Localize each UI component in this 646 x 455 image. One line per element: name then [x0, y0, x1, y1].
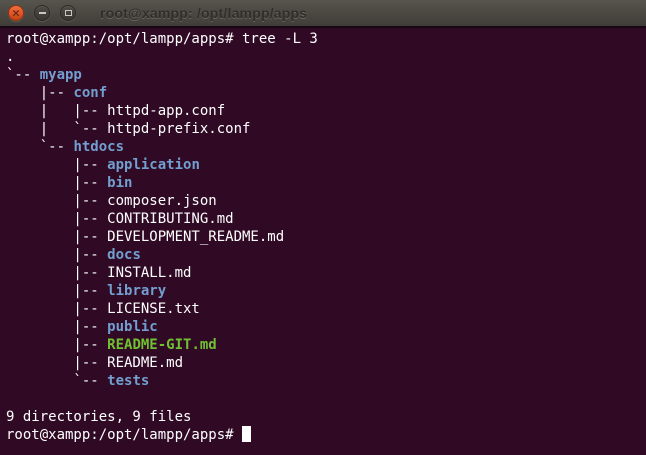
terminal-output: root@xampp:/opt/lampp/apps# tree -L 3.`-… [6, 30, 646, 444]
directory-name: public [107, 319, 158, 335]
window-close-button[interactable]: × [8, 5, 24, 21]
terminal-text: |-- INSTALL.md [6, 265, 191, 281]
window-title: root@xampp: /opt/lampp/apps [100, 0, 307, 26]
terminal-line: |-- conf [6, 84, 646, 102]
terminal-line: |-- LICENSE.txt [6, 300, 646, 318]
terminal-line: `-- htdocs [6, 138, 646, 156]
terminal-line: |-- composer.json [6, 192, 646, 210]
terminal-text: |-- CONTRIBUTING.md [6, 211, 234, 227]
terminal-window: × root@xampp: /opt/lampp/apps root@xampp… [0, 0, 646, 455]
window-maximize-button[interactable] [60, 5, 76, 21]
terminal-line: |-- README-GIT.md [6, 336, 646, 354]
terminal-text: |-- README.md [6, 355, 183, 371]
terminal-line: | `-- httpd-prefix.conf [6, 120, 646, 138]
terminal-line [6, 390, 646, 408]
terminal-text: root@xampp:/opt/lampp/apps# tree -L 3 [6, 31, 318, 47]
terminal-line: |-- CONTRIBUTING.md [6, 210, 646, 228]
terminal-text: root@xampp:/opt/lampp/apps# [6, 427, 242, 443]
maximize-icon [65, 10, 72, 16]
minimize-icon [39, 12, 46, 14]
terminal-text: | `-- httpd-prefix.conf [6, 121, 250, 137]
directory-name: bin [107, 175, 132, 191]
directory-name: library [107, 283, 166, 299]
terminal-line: |-- bin [6, 174, 646, 192]
terminal-line: |-- public [6, 318, 646, 336]
terminal-text: |-- DEVELOPMENT_README.md [6, 229, 284, 245]
window-controls: × [8, 5, 76, 21]
terminal-text: |-- [6, 157, 107, 173]
directory-name: application [107, 157, 200, 173]
terminal-line: |-- README.md [6, 354, 646, 372]
close-icon: × [11, 7, 20, 18]
terminal-line: |-- library [6, 282, 646, 300]
directory-name: tests [107, 373, 149, 389]
executable-file-name: README-GIT.md [107, 337, 217, 353]
window-titlebar[interactable]: × root@xampp: /opt/lampp/apps [0, 0, 646, 28]
terminal-text: |-- [6, 247, 107, 263]
terminal-text: |-- [6, 337, 107, 353]
terminal-text: . [6, 49, 14, 65]
terminal-text: `-- [6, 373, 107, 389]
terminal-line: 9 directories, 9 files [6, 408, 646, 426]
terminal-line: |-- application [6, 156, 646, 174]
terminal-screen[interactable]: root@xampp:/opt/lampp/apps# tree -L 3.`-… [0, 28, 646, 455]
directory-name: docs [107, 247, 141, 263]
terminal-text: |-- composer.json [6, 193, 217, 209]
terminal-line: `-- myapp [6, 66, 646, 84]
terminal-line: `-- tests [6, 372, 646, 390]
terminal-cursor [242, 426, 251, 442]
terminal-line: root@xampp:/opt/lampp/apps# tree -L 3 [6, 30, 646, 48]
terminal-text: |-- [6, 319, 107, 335]
window-minimize-button[interactable] [34, 5, 50, 21]
terminal-line: root@xampp:/opt/lampp/apps# [6, 426, 646, 444]
directory-name: conf [73, 85, 107, 101]
directory-name: htdocs [73, 139, 124, 155]
terminal-text: |-- [6, 175, 107, 191]
terminal-text: | |-- httpd-app.conf [6, 103, 225, 119]
terminal-text: `-- [6, 139, 73, 155]
directory-name: myapp [40, 67, 82, 83]
terminal-line: |-- docs [6, 246, 646, 264]
terminal-line: |-- INSTALL.md [6, 264, 646, 282]
terminal-text: 9 directories, 9 files [6, 409, 191, 425]
terminal-line: |-- DEVELOPMENT_README.md [6, 228, 646, 246]
terminal-text: |-- [6, 283, 107, 299]
terminal-text: `-- [6, 67, 40, 83]
terminal-line: . [6, 48, 646, 66]
terminal-text: |-- LICENSE.txt [6, 301, 200, 317]
terminal-line: | |-- httpd-app.conf [6, 102, 646, 120]
terminal-text: |-- [6, 85, 73, 101]
